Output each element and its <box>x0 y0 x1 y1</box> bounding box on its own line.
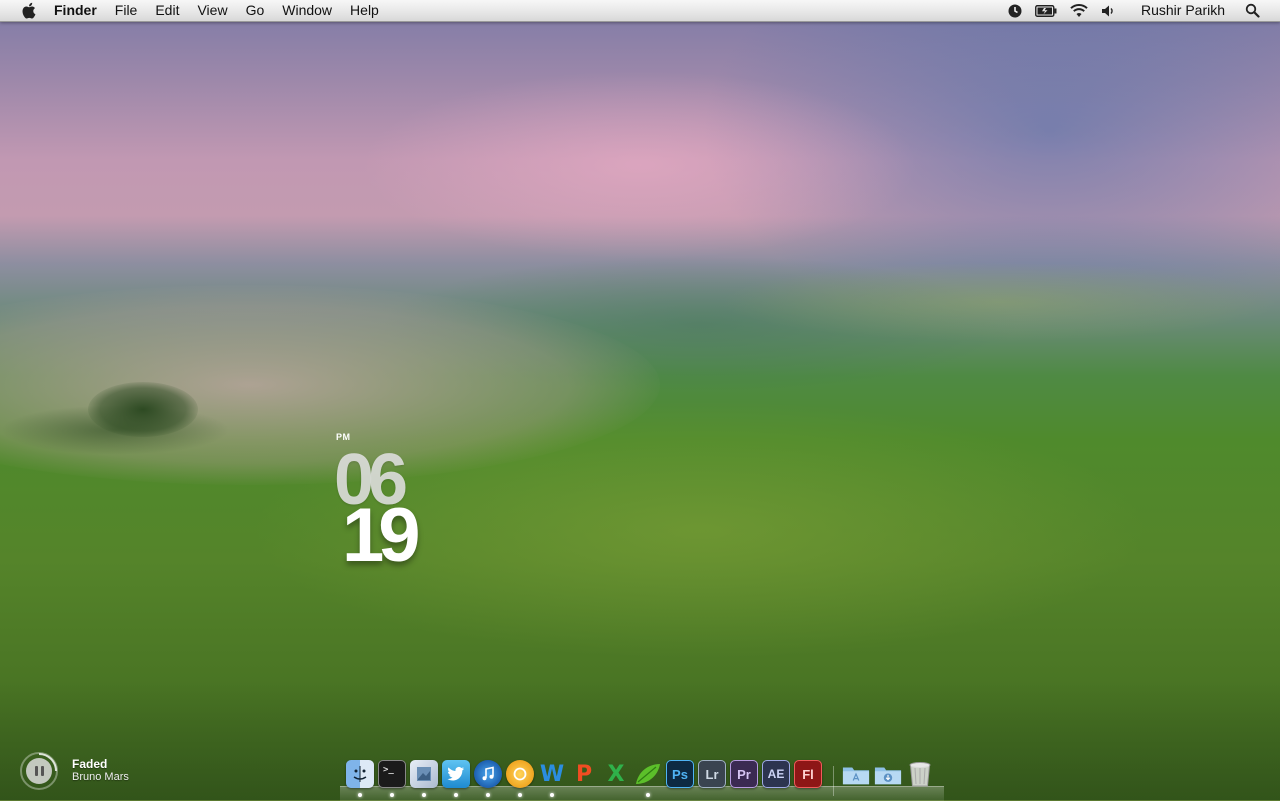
dock-flash-icon[interactable]: Fl <box>794 760 822 788</box>
now-playing-widget: Faded Bruno Mars <box>20 750 129 792</box>
running-indicator-preview <box>422 793 426 797</box>
running-indicator-twitter <box>454 793 458 797</box>
clock-minute: 19 <box>342 493 421 578</box>
menu-edit[interactable]: Edit <box>146 0 188 21</box>
running-indicator-finder <box>358 793 362 797</box>
running-indicator-growl <box>646 793 650 797</box>
menu-app-name[interactable]: Finder <box>54 0 106 21</box>
dock-itunes-icon[interactable] <box>474 760 502 788</box>
volume-icon[interactable] <box>1101 0 1117 21</box>
dock-finder-icon[interactable] <box>346 760 374 788</box>
dock-growl-icon[interactable] <box>634 760 662 788</box>
running-indicator-chrome <box>518 793 522 797</box>
menu-window[interactable]: Window <box>273 0 341 21</box>
dock-preview-icon[interactable] <box>410 760 438 788</box>
dock-twitter-icon[interactable] <box>442 760 470 788</box>
dock-photoshop-icon[interactable]: Ps <box>666 760 694 788</box>
wifi-icon[interactable] <box>1069 0 1089 21</box>
dock-excel-icon[interactable]: X <box>602 760 630 788</box>
menu-bar: Finder File Edit View Go Window Help Rus… <box>0 0 1280 22</box>
running-indicator-itunes <box>486 793 490 797</box>
dock: >_ W P X Ps Lr Pr AE Fl <box>340 756 944 801</box>
dock-downloads-folder-icon[interactable] <box>874 760 902 788</box>
menu-file[interactable]: File <box>106 0 147 21</box>
running-indicator-word <box>550 793 554 797</box>
dock-lightroom-icon[interactable]: Lr <box>698 760 726 788</box>
dock-separator <box>833 766 834 796</box>
desktop-wallpaper <box>0 0 1280 800</box>
dock-terminal-icon[interactable]: >_ <box>378 760 406 788</box>
desktop-clock-widget: PM 06 19 <box>334 430 464 578</box>
user-name-menu[interactable]: Rushir Parikh <box>1141 0 1225 21</box>
track-info: Faded Bruno Mars <box>72 758 129 784</box>
track-artist: Bruno Mars <box>72 771 129 783</box>
dock-word-icon[interactable]: W <box>538 760 566 788</box>
spotlight-icon[interactable] <box>1245 0 1260 21</box>
track-title: Faded <box>72 757 108 771</box>
menu-go[interactable]: Go <box>237 0 274 21</box>
dock-applications-folder-icon[interactable] <box>842 760 870 788</box>
dock-chrome-icon[interactable] <box>506 760 534 788</box>
menu-view[interactable]: View <box>188 0 236 21</box>
time-machine-icon[interactable] <box>1007 0 1023 21</box>
menu-help[interactable]: Help <box>341 0 388 21</box>
dock-after-effects-icon[interactable]: AE <box>762 760 790 788</box>
dock-premiere-icon[interactable]: Pr <box>730 760 758 788</box>
battery-icon[interactable] <box>1035 0 1057 21</box>
dock-trash-icon[interactable] <box>906 760 934 788</box>
progress-ring-icon <box>38 753 57 772</box>
dock-powerpoint-icon[interactable]: P <box>570 760 598 788</box>
pause-button[interactable] <box>20 752 58 790</box>
apple-menu-icon[interactable] <box>18 0 38 21</box>
running-indicator-terminal <box>390 793 394 797</box>
